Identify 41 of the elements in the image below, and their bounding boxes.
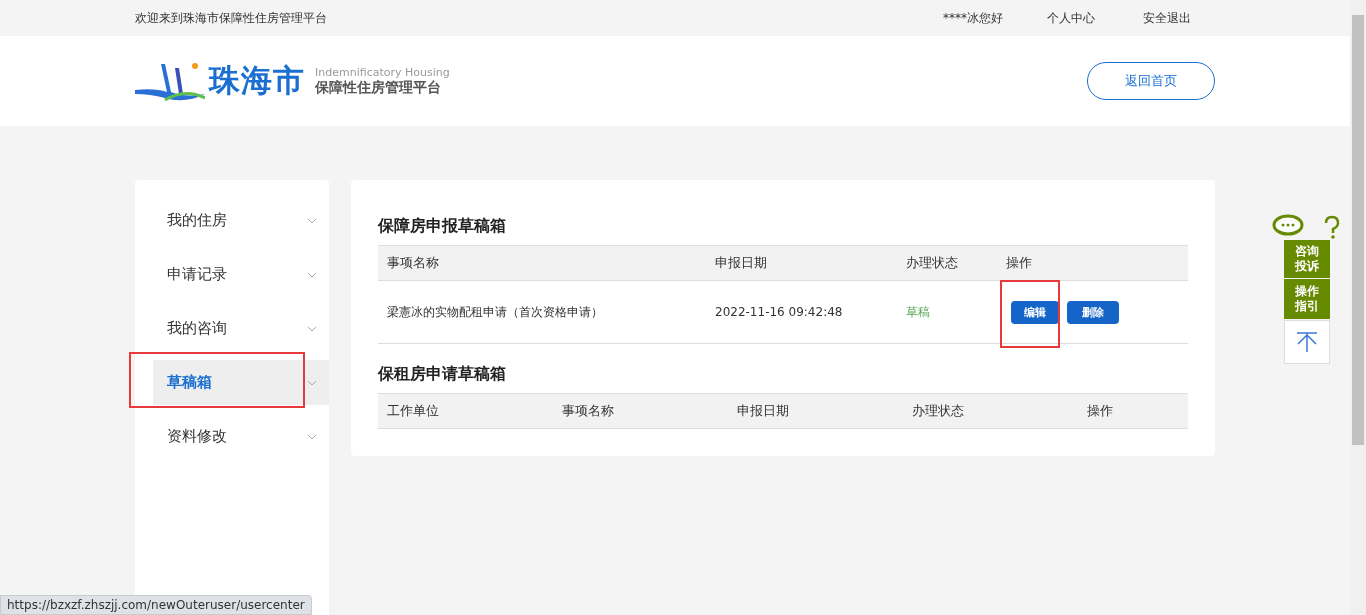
sidebar-item[interactable]: 申请记录 (153, 252, 329, 297)
welcome-text: 欢迎来到珠海市保障性住房管理平台 (135, 9, 327, 27)
top-link[interactable]: 安全退出 (1143, 9, 1191, 27)
scrollbar[interactable] (1350, 0, 1366, 615)
consult-button[interactable]: 咨询 投诉 (1284, 240, 1330, 278)
section-title: 保租房申请草稿箱 (378, 364, 507, 385)
guide-button[interactable]: 操作 指引 (1284, 279, 1330, 319)
sidebar-item[interactable]: 我的住房 (153, 198, 329, 243)
column-header: 办理状态 (911, 402, 965, 420)
sidebar-item[interactable]: 资料修改 (153, 414, 329, 459)
user-greeting: ****冰您好 (943, 9, 1003, 27)
column-header: 办理状态 (905, 254, 959, 272)
chevron-down-icon (307, 433, 317, 440)
column-header: 申报日期 (736, 402, 790, 420)
top-link[interactable]: 个人中心 (1047, 9, 1095, 27)
action-button[interactable]: 编辑 (1011, 300, 1059, 324)
column-header: 事项名称 (561, 402, 615, 420)
chevron-down-icon (307, 217, 317, 224)
sidebar-item[interactable]: 草稿箱 (153, 360, 329, 405)
table-cell-text: 梁憲冰的实物配租申请（首次资格申请） (386, 303, 604, 321)
sidebar-item[interactable]: 我的咨询 (153, 306, 329, 351)
table-cell-text: 2022-11-16 09:42:48 (714, 305, 844, 319)
logo-english-text: Indemnificatory Housing (315, 65, 450, 79)
action-button[interactable]: 删除 (1067, 300, 1119, 324)
arrow-up-icon (1296, 332, 1318, 352)
column-header: 操作 (1086, 402, 1114, 420)
status-url-text: https://bzxzf.zhszjj.com/newOuteruser/usercenter (0, 595, 312, 615)
table-cell-text: 草稿 (905, 303, 931, 321)
chevron-down-icon (307, 325, 317, 332)
chevron-down-icon (307, 271, 317, 278)
column-header: 事项名称 (386, 254, 440, 272)
home-button[interactable]: 返回首页 (1087, 62, 1215, 100)
column-header: 工作单位 (386, 402, 440, 420)
logo-city-text: 珠海市 (209, 61, 305, 100)
logo-platform-text: 保障性住房管理平台 (315, 78, 442, 97)
speech-bubble-icon (1272, 214, 1340, 240)
section-title: 保障房申报草稿箱 (378, 216, 507, 237)
chevron-down-icon (307, 379, 317, 386)
column-header: 申报日期 (714, 254, 768, 272)
column-header: 操作 (1005, 254, 1033, 272)
back-to-top-button[interactable] (1284, 320, 1330, 364)
